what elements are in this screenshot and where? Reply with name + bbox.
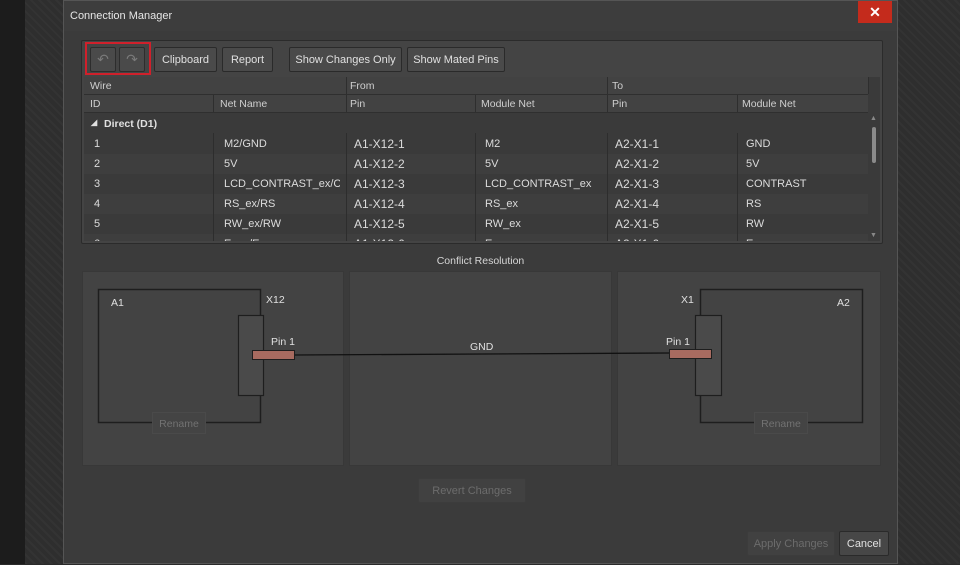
- pin-right: [669, 349, 712, 359]
- background-left: [0, 0, 25, 564]
- connector-x12-label: X12: [266, 294, 285, 306]
- rename-right-button[interactable]: Rename: [754, 412, 808, 434]
- wire-net-label: GND: [470, 341, 494, 353]
- cancel-button[interactable]: Cancel: [839, 531, 889, 556]
- connector-x1-label: X1: [681, 294, 694, 306]
- revert-changes-button[interactable]: Revert Changes: [418, 478, 526, 503]
- background-pattern-right: [898, 0, 960, 564]
- module-a1-label: A1: [111, 297, 124, 309]
- left-pin-label: Pin 1: [271, 336, 295, 348]
- module-a2-label: A2: [837, 297, 850, 309]
- rename-left-button[interactable]: Rename: [152, 412, 206, 434]
- wire-line: [294, 352, 670, 356]
- background-pattern-left: [25, 0, 63, 564]
- module-a1-outline: [97, 288, 262, 424]
- pin-left: [252, 350, 295, 360]
- right-pin-label: Pin 1: [666, 336, 690, 348]
- module-a2-outline: [699, 288, 864, 424]
- connection-manager-dialog: Connection Manager ✕ ↶ ↷ Clipboard Repor…: [63, 0, 898, 564]
- apply-changes-button[interactable]: Apply Changes: [747, 531, 835, 556]
